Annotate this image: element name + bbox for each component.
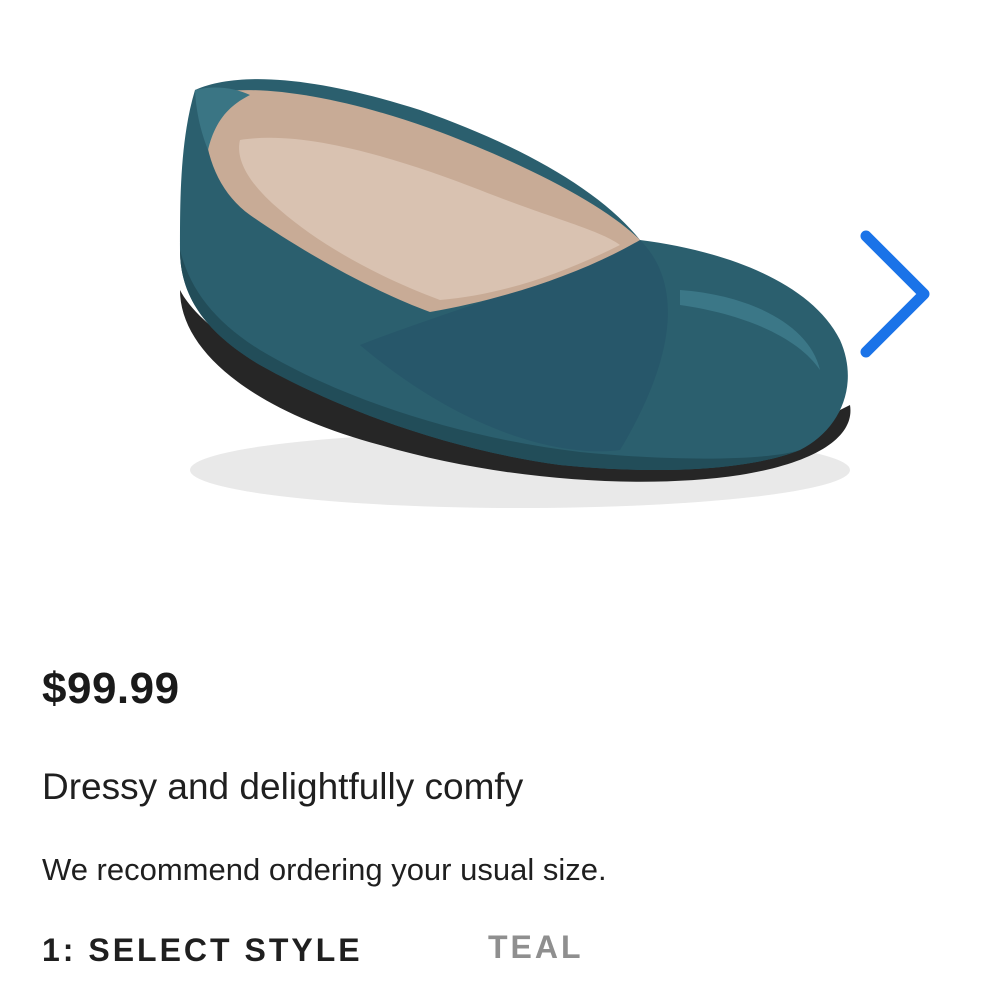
style-selector-label: 1: SELECT STYLE [42,932,363,968]
next-image-button[interactable] [848,222,948,367]
product-page: $99.99 Dressy and delightfully comfy We … [0,0,1000,1000]
size-recommendation: We recommend ordering your usual size. [42,852,607,887]
selected-style-value[interactable]: TEAL [488,929,584,966]
product-gallery [0,0,1000,620]
product-image [180,79,851,508]
product-price: $99.99 [42,664,180,713]
product-tagline: Dressy and delightfully comfy [42,766,524,807]
chevron-right-icon [860,230,930,358]
style-selector[interactable]: 1: SELECT STYLE TEAL [42,929,742,982]
